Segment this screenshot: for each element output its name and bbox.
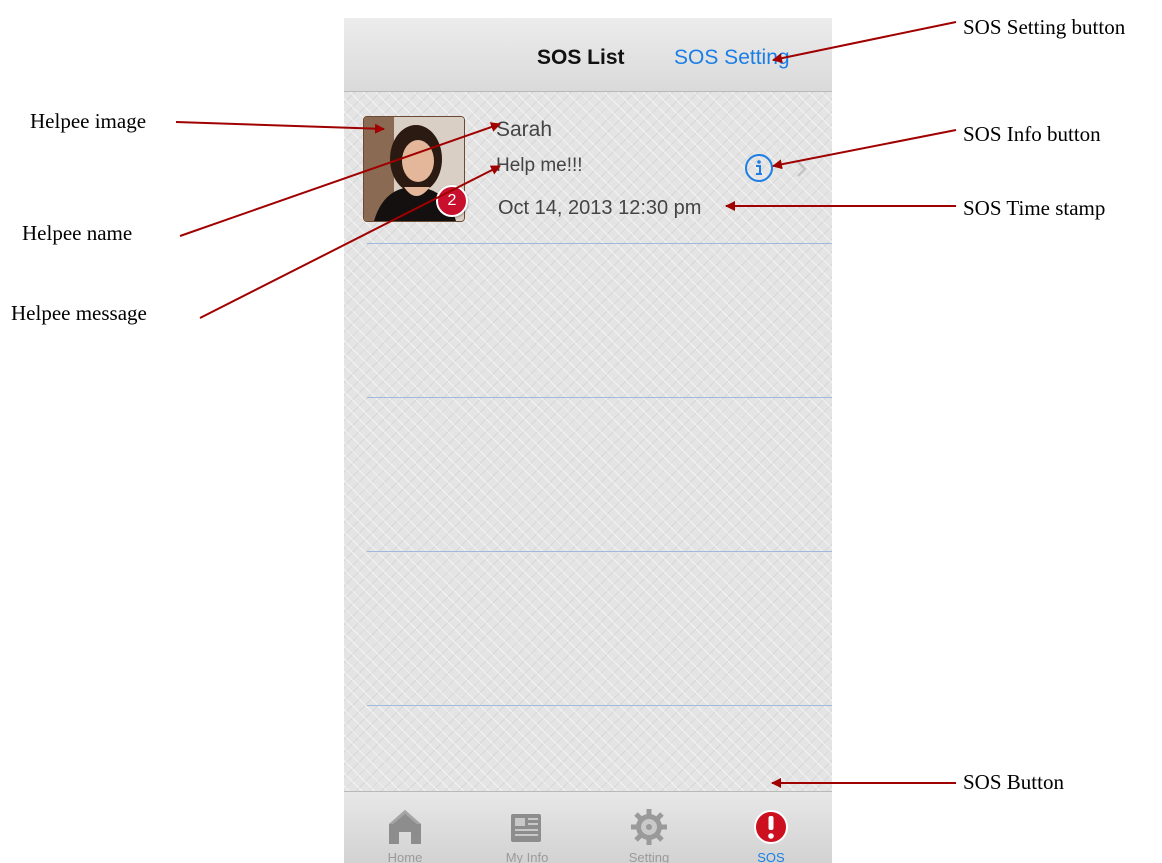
arrow-sos-setting	[772, 21, 957, 64]
arrow-helpee-message	[199, 165, 501, 319]
arrow-helpee-image	[175, 121, 385, 134]
arrow-helpee-name	[179, 122, 501, 237]
arrow-sos-info	[772, 129, 957, 170]
annotation-arrows	[175, 21, 957, 788]
